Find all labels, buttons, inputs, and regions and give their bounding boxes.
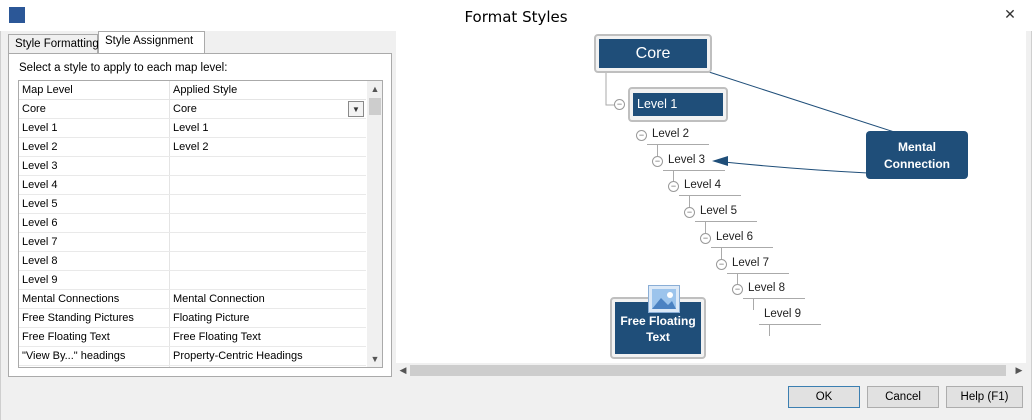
collapse-icon[interactable]: − xyxy=(652,155,663,167)
map-preview: Core − Level 1 − Level 2− Level 3− Level 4−… xyxy=(396,31,1026,363)
tab-style-formatting[interactable]: Style Formatting xyxy=(8,34,99,54)
connector-line xyxy=(721,246,722,259)
connector-line xyxy=(705,221,706,234)
scroll-left-icon[interactable]: ◀ xyxy=(396,363,410,378)
map-level-cell: Free Standing Pictures xyxy=(22,312,134,324)
applied-style-cell[interactable]: Floating Picture xyxy=(173,312,363,324)
map-level-cell: Level 4 xyxy=(22,179,58,191)
table-row[interactable]: Core Core ▼ xyxy=(19,100,366,119)
map-level-cell: Level 6 xyxy=(22,217,58,229)
map-level-cell: Level 5 xyxy=(22,198,58,210)
collapse-icon[interactable]: − xyxy=(716,258,727,270)
applied-style-cell[interactable]: Level 1 xyxy=(173,122,363,134)
instruction-text: Select a style to apply to each map leve… xyxy=(19,62,228,74)
map-level-cell: Level 2 xyxy=(22,141,58,153)
arrowhead-icon xyxy=(712,156,728,166)
core-topic-frame: Core xyxy=(594,34,712,73)
collapse-icon[interactable]: − xyxy=(700,232,711,244)
table-row[interactable]: Level 5 xyxy=(19,195,366,214)
sub-level-topic[interactable]: Level 2 xyxy=(652,128,689,140)
table-row[interactable]: Free Floating Text Free Floating Text xyxy=(19,328,366,347)
table-row[interactable]: Level 9 xyxy=(19,271,366,290)
scroll-down-icon[interactable]: ▼ xyxy=(367,351,382,367)
help-button[interactable]: Help (F1) xyxy=(946,386,1023,408)
close-icon: ✕ xyxy=(1004,5,1016,22)
floating-picture-icon[interactable] xyxy=(648,285,680,313)
connector-line xyxy=(753,298,754,311)
mental-connection-topic[interactable]: Mental Connection xyxy=(866,131,968,179)
table-row[interactable]: Mental Connections Mental Connection xyxy=(19,290,366,309)
applied-style-cell[interactable]: Mental Connection xyxy=(173,293,363,305)
map-level-cell: Mental Connections xyxy=(22,293,120,305)
applied-style-cell[interactable]: Free Floating Text xyxy=(173,331,363,343)
table-row[interactable]: "View By..." headings Property-Centric He… xyxy=(19,347,366,366)
map-level-cell: Level 9 xyxy=(22,274,58,286)
table-row[interactable]: Level 8 xyxy=(19,252,366,271)
cancel-button[interactable]: Cancel xyxy=(867,386,939,408)
sub-level-topic[interactable]: Level 7 xyxy=(732,257,769,269)
sub-level-topic[interactable]: Level 3 xyxy=(668,154,705,166)
table-row[interactable]: Level 2 Level 2 xyxy=(19,138,366,157)
applied-style-cell[interactable]: Property-Centric Headings xyxy=(173,350,363,362)
sub-level-topic[interactable]: Level 5 xyxy=(700,205,737,217)
mental-connection-arrow-line xyxy=(713,160,869,174)
style-assignment-panel: Select a style to apply to each map leve… xyxy=(8,53,392,377)
horizontal-scrollbar[interactable]: ◀ ▶ xyxy=(396,363,1026,378)
level1-topic-frame: Level 1 xyxy=(628,87,728,122)
vertical-scrollbar[interactable]: ▲ ▼ xyxy=(367,81,382,367)
map-level-cell: "View By..." headings xyxy=(22,350,126,362)
title-bar: Format Styles ✕ xyxy=(0,0,1032,31)
connector-line xyxy=(689,195,690,208)
sub-level-topic[interactable]: Level 6 xyxy=(716,231,753,243)
core-topic[interactable]: Core xyxy=(599,39,707,68)
connector-line xyxy=(657,144,658,156)
collapse-icon[interactable]: − xyxy=(614,99,625,110)
preview-connectors xyxy=(605,71,957,174)
core-to-level1-line xyxy=(605,71,614,106)
map-level-cell: Level 1 xyxy=(22,122,58,134)
sub-level-topic[interactable]: Level 8 xyxy=(748,282,785,294)
applied-style-cell[interactable]: Core xyxy=(173,103,363,115)
connector-line xyxy=(737,272,738,285)
sub-level-topic[interactable]: Level 4 xyxy=(684,179,721,191)
table-header: Map Level Applied Style xyxy=(19,81,366,100)
window-title: Format Styles xyxy=(464,8,568,26)
connector-line xyxy=(673,169,674,182)
mental-connection-label: Mental Connection xyxy=(884,140,950,171)
table-row[interactable]: Level 7 xyxy=(19,233,366,252)
map-level-cell: Level 7 xyxy=(22,236,58,248)
table-row[interactable]: Level 1 Level 1 xyxy=(19,119,366,138)
tab-style-assignment[interactable]: Style Assignment xyxy=(98,31,205,54)
scroll-right-icon[interactable]: ▶ xyxy=(1012,363,1026,378)
ok-button[interactable]: OK xyxy=(788,386,860,408)
table-row[interactable]: Free Standing Pictures Floating Picture xyxy=(19,309,366,328)
map-level-cell: Level 8 xyxy=(22,255,58,267)
table-row[interactable]: Level 3 xyxy=(19,157,366,176)
table-row[interactable]: Level 4 xyxy=(19,176,366,195)
level-style-table: Map Level Applied Style Core Core ▼ Level 1… xyxy=(18,80,383,368)
column-header-applied-style: Applied Style xyxy=(173,84,238,96)
collapse-icon[interactable]: − xyxy=(636,130,647,141)
applied-style-cell[interactable]: Level 2 xyxy=(173,141,363,153)
scroll-up-icon[interactable]: ▲ xyxy=(367,81,382,97)
connector-line xyxy=(769,323,770,336)
chevron-down-icon[interactable]: ▼ xyxy=(348,101,364,117)
map-level-cell: Level 3 xyxy=(22,160,58,172)
sub-level-topic[interactable]: Level 9 xyxy=(764,308,801,320)
map-level-cell: Core xyxy=(22,103,46,115)
close-button[interactable]: ✕ xyxy=(988,0,1032,28)
hscroll-thumb[interactable] xyxy=(410,365,1006,376)
table-row[interactable]: Level 6 xyxy=(19,214,366,233)
column-header-map-level: Map Level xyxy=(22,84,73,96)
map-level-cell: Free Floating Text xyxy=(22,331,110,343)
scroll-thumb[interactable] xyxy=(369,98,381,115)
level1-topic[interactable]: Level 1 xyxy=(633,93,723,116)
